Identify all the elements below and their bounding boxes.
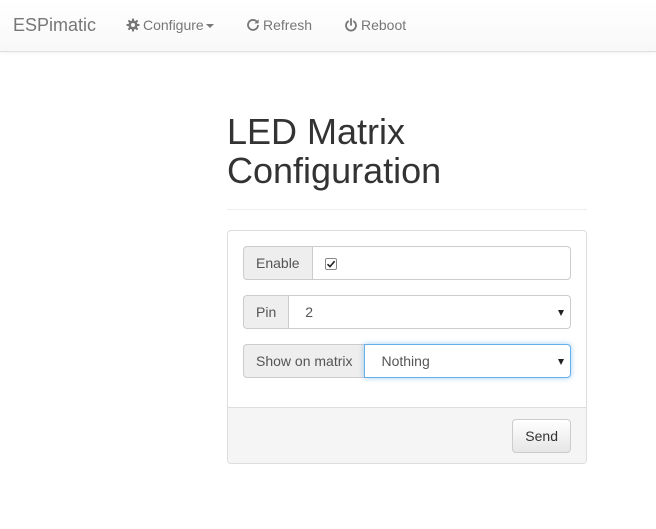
caret-down-icon: [205, 23, 214, 28]
nav-refresh-label: Refresh: [263, 17, 313, 33]
show-on-matrix-label: Show on matrix: [243, 344, 365, 378]
show-on-matrix-select-value: Nothing: [381, 353, 430, 369]
dropdown-arrow-icon: [558, 359, 564, 365]
nav-configure-label: Configure: [143, 17, 204, 33]
pin-label: Pin: [243, 295, 289, 329]
power-icon: [344, 18, 358, 32]
enable-label: Enable: [243, 246, 312, 280]
nav-configure[interactable]: Configure: [126, 17, 214, 33]
show-on-matrix-select[interactable]: Nothing: [364, 344, 571, 378]
enable-group: Enable: [243, 246, 571, 280]
title-divider: [227, 209, 587, 210]
enable-field: [311, 246, 571, 280]
show-on-matrix-group: Show on matrix Nothing: [243, 344, 571, 378]
enable-checkbox[interactable]: [324, 258, 337, 270]
navbar: ESPimatic Configure Refresh Reboot: [0, 0, 656, 52]
brand-link[interactable]: ESPimatic: [13, 15, 96, 36]
page-title: LED Matrix Configuration: [227, 111, 442, 191]
dropdown-arrow-icon: [558, 310, 564, 316]
refresh-icon: [246, 18, 260, 32]
config-panel: Enable Pin 2 Show on matrix Nothing Send: [227, 230, 587, 464]
nav-reboot-label: Reboot: [361, 17, 407, 33]
send-button[interactable]: Send: [512, 419, 571, 453]
nav-reboot[interactable]: Reboot: [344, 17, 406, 33]
nav-refresh[interactable]: Refresh: [246, 17, 312, 33]
pin-group: Pin 2: [243, 295, 571, 329]
gear-icon: [126, 18, 140, 32]
panel-footer: Send: [228, 407, 586, 463]
check-icon: [326, 260, 335, 268]
pin-select-value: 2: [305, 304, 314, 320]
pin-select[interactable]: 2: [288, 295, 571, 329]
